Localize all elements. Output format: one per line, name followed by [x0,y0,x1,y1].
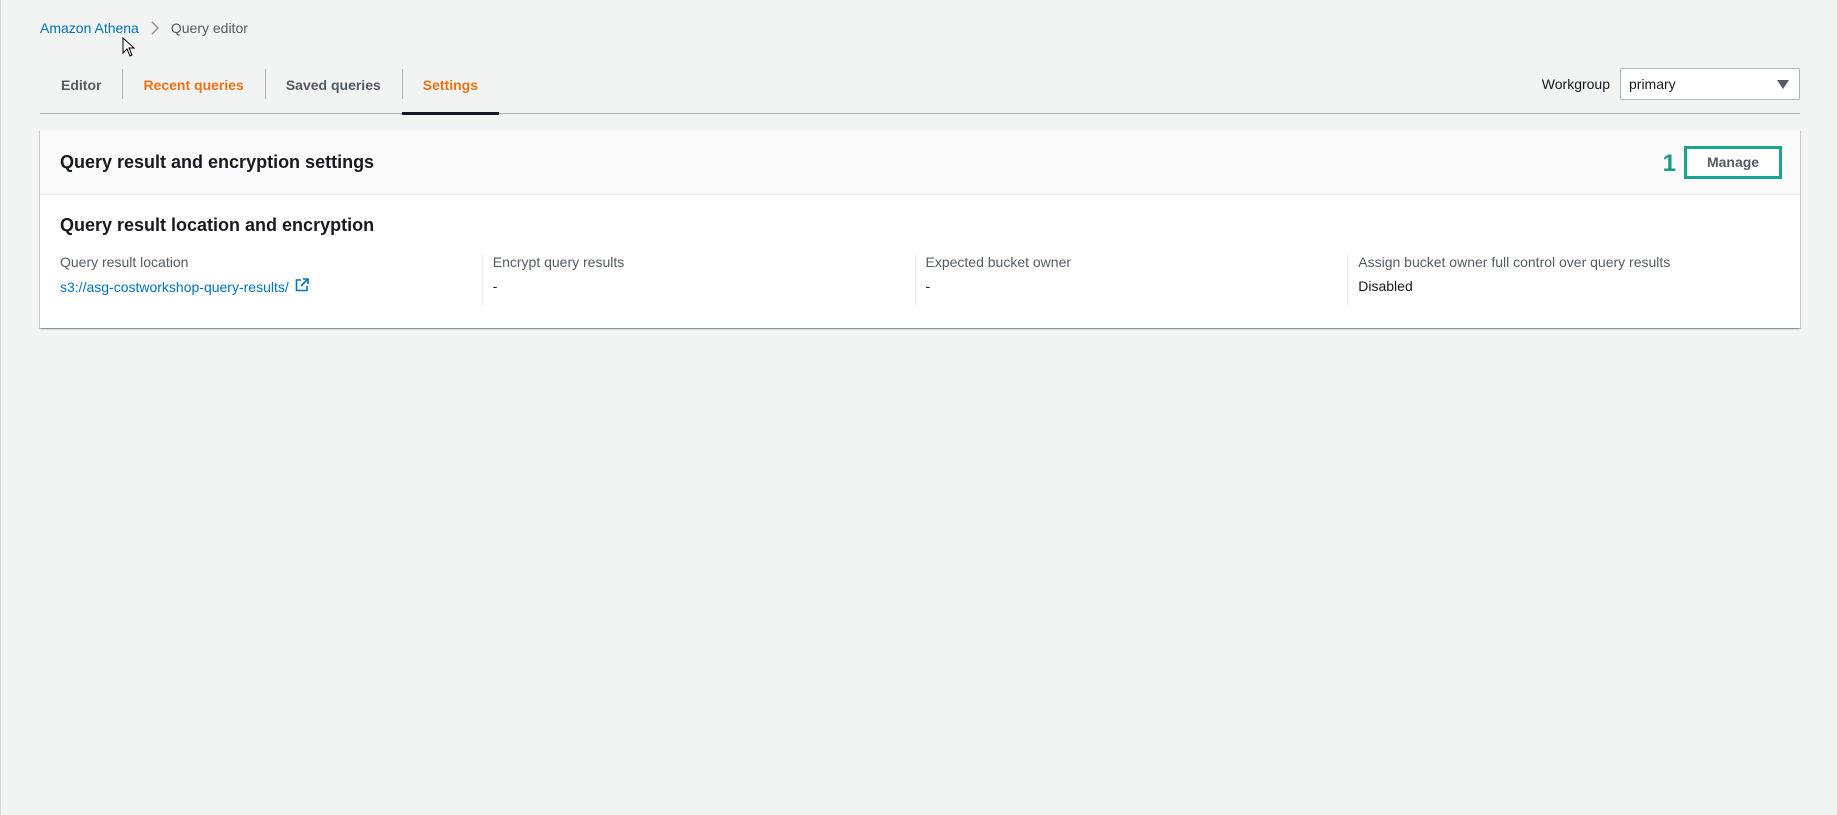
panel-body: Query result location and encryption Que… [40,195,1800,306]
workgroup-value: primary [1629,76,1676,92]
left-border [0,0,1,815]
step-annotation: 1 [1662,149,1676,177]
caret-down-icon [1777,79,1789,89]
s3-location-text: s3://asg-costworkshop-query-results/ [60,278,289,295]
breadcrumb-current: Query editor [170,20,248,36]
field-label: Expected bucket owner [925,254,1072,270]
s3-location-link[interactable]: s3://asg-costworkshop-query-results/ [60,278,309,295]
mouse-pointer-icon [122,36,136,62]
field-expected-bucket-owner: Expected bucket owner - [914,254,1348,306]
field-label: Assign bucket owner full control over qu… [1358,254,1671,270]
settings-columns: Query result location s3://asg-costworks… [60,254,1780,306]
breadcrumb: Amazon Athena Query editor [40,20,248,36]
field-bucket-owner-full-control: Assign bucket owner full control over qu… [1347,254,1780,306]
tab-saved-queries[interactable]: Saved queries [264,68,402,114]
manage-button[interactable]: Manage [1684,145,1782,179]
workgroup-label: Workgroup [1541,76,1610,92]
tab-bar: Editor Recent queries Saved queries Sett… [40,68,1800,115]
tab-editor[interactable]: Editor [40,68,122,114]
field-label: Query result location [60,254,189,270]
breadcrumb-amazon-athena[interactable]: Amazon Athena [40,20,139,36]
field-value: - [925,278,931,294]
field-query-result-location: Query result location s3://asg-costworks… [60,254,482,306]
external-link-icon [295,278,309,295]
panel-title: Query result and encryption settings [60,151,375,172]
tab-settings[interactable]: Settings [401,68,500,115]
panel-header: Query result and encryption settings 1 M… [40,130,1800,195]
chevron-right-icon [151,21,159,35]
tab-recent-queries[interactable]: Recent queries [122,68,264,114]
field-label: Encrypt query results [492,254,625,270]
query-result-settings-panel: Query result and encryption settings 1 M… [40,130,1800,328]
header-actions: 1 Manage [1662,145,1782,179]
workgroup-selector: Workgroup primary [1542,68,1800,100]
field-value: Disabled [1358,278,1413,294]
section-title: Query result location and encryption [60,215,375,235]
workgroup-select[interactable]: primary [1620,68,1800,100]
field-value: - [492,278,498,294]
field-encrypt-query-results: Encrypt query results - [481,254,915,306]
